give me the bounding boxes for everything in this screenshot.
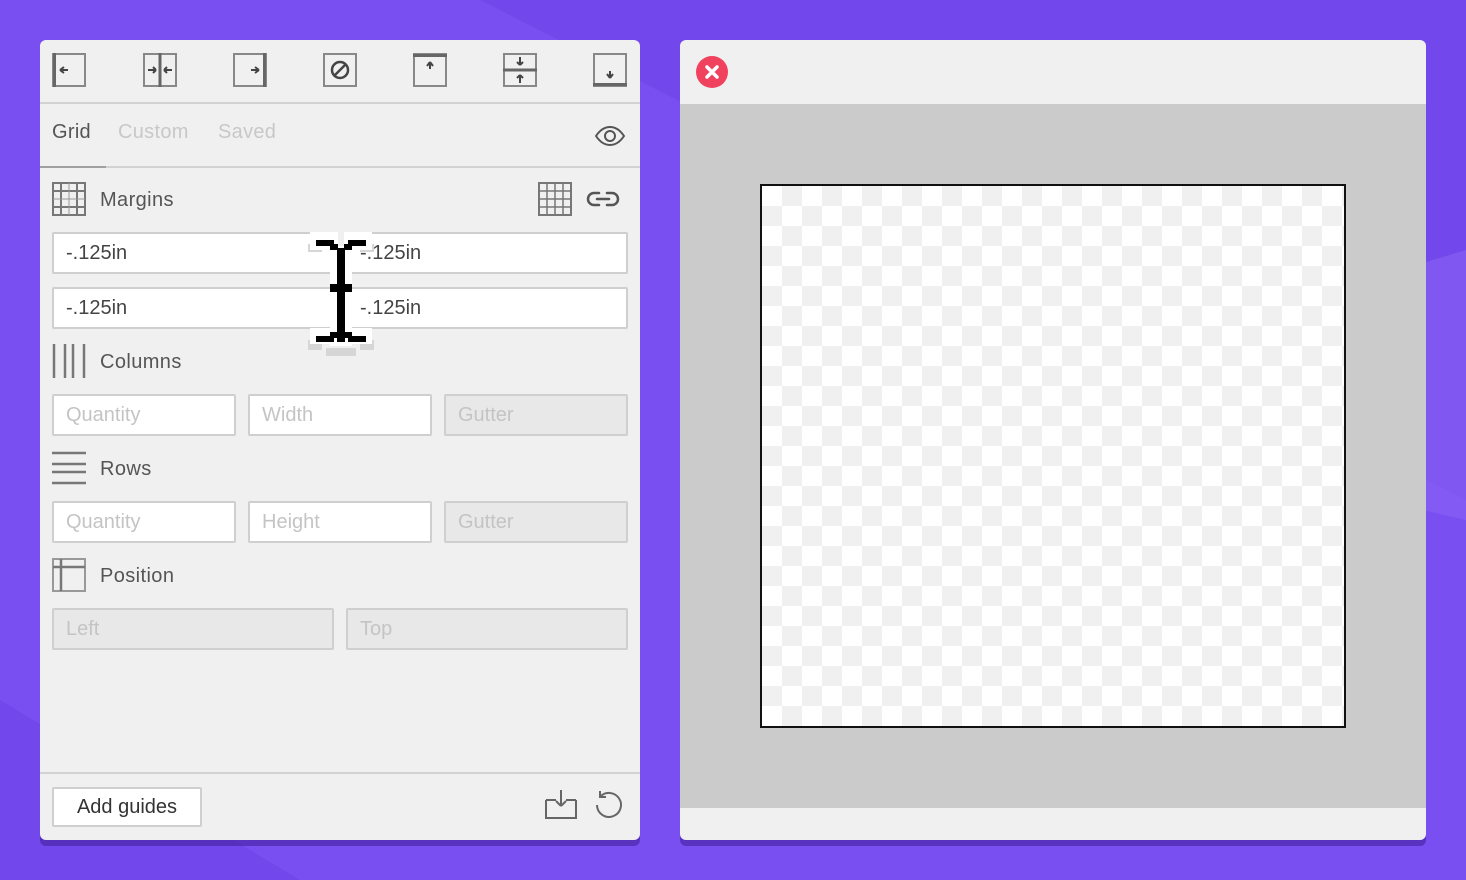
grid-icon[interactable] [538,182,572,216]
align-top-icon[interactable] [413,53,447,87]
grid-guides-panel: Grid Custom Saved Margins Columns Rows P… [40,40,640,840]
rows-quantity-input[interactable] [52,501,236,543]
margins-grid-icon [52,182,86,216]
save-download-icon[interactable] [544,788,578,822]
rows-height-input[interactable] [248,501,432,543]
margin-top-input[interactable] [52,232,334,274]
tab-bar: Grid Custom Saved [40,104,640,168]
rows-label: Rows [100,458,152,480]
close-button[interactable] [696,56,728,88]
close-icon [705,65,719,79]
align-bottom-icon[interactable] [593,53,627,87]
columns-gutter-input[interactable] [444,394,628,436]
position-icon [52,558,86,592]
rows-icon [52,451,86,485]
align-left-icon[interactable] [52,53,86,87]
clear-guides-icon[interactable] [323,53,357,87]
columns-quantity-input[interactable] [52,394,236,436]
margin-right-input[interactable] [346,232,628,274]
add-guides-button[interactable]: Add guides [52,787,202,827]
tab-saved[interactable]: Saved [218,121,276,144]
align-middle-vertical-icon[interactable] [503,53,537,87]
position-label: Position [100,565,175,587]
align-right-icon[interactable] [233,53,267,87]
margin-bottom-input[interactable] [52,287,334,329]
columns-icon [52,344,86,378]
active-tab-indicator [40,166,106,168]
position-left-input[interactable] [52,608,334,650]
tab-custom[interactable]: Custom [118,121,189,144]
tab-grid[interactable]: Grid [52,121,91,144]
document-preview-window [680,40,1426,840]
link-icon[interactable] [586,182,620,216]
alignment-toolbar [40,40,640,104]
position-top-input[interactable] [346,608,628,650]
columns-width-input[interactable] [248,394,432,436]
reset-icon[interactable] [592,788,626,822]
canvas-stage [680,104,1426,808]
align-center-horizontal-icon[interactable] [143,53,177,87]
margin-left-input[interactable] [346,287,628,329]
transparent-document [760,184,1346,728]
columns-label: Columns [100,351,182,373]
margins-label: Margins [100,189,174,211]
rows-gutter-input[interactable] [444,501,628,543]
eye-icon[interactable] [594,120,626,152]
panel-footer: Add guides [40,772,640,840]
